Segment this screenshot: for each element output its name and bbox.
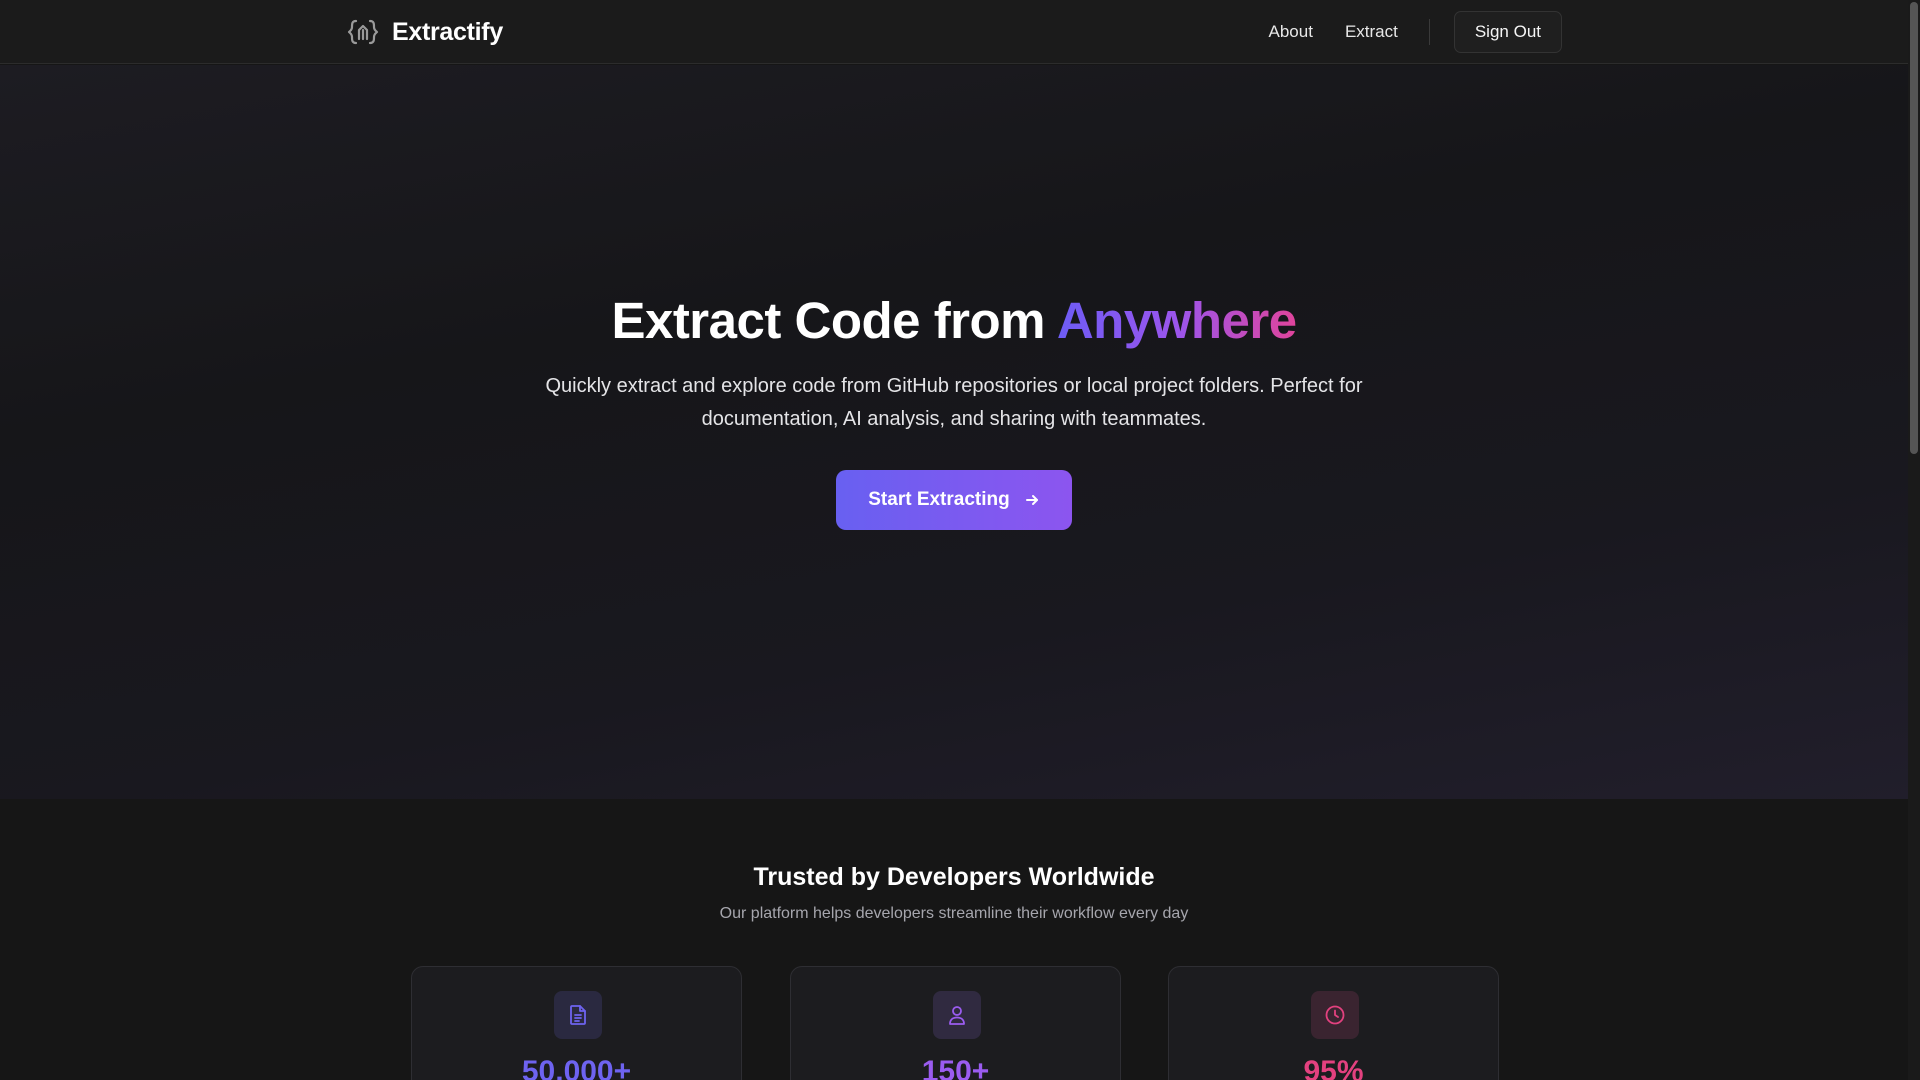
stat-value: 50,000+ (521, 1055, 632, 1080)
stat-card-documents: 50,000+ (411, 966, 742, 1080)
brackets-logo-icon (346, 15, 380, 49)
hero-title-accent: Anywhere (1056, 292, 1297, 349)
document-icon (554, 991, 602, 1039)
navbar: Extractify About Extract Sign Out (0, 0, 1908, 64)
hero-subtitle: Quickly extract and explore code from Gi… (545, 375, 1363, 430)
nav-link-about[interactable]: About (1269, 22, 1313, 42)
sign-out-button[interactable]: Sign Out (1453, 11, 1562, 53)
user-icon (933, 991, 981, 1039)
start-extracting-button[interactable]: Start Extracting (836, 470, 1072, 530)
clock-icon (1311, 991, 1359, 1039)
arrow-right-icon (1024, 492, 1040, 508)
stats-subtitle: Our platform helps developers streamline… (719, 905, 1189, 922)
hero-title: Extract Code from Anywhere (0, 290, 1908, 352)
page: Extractify About Extract Sign Out Extrac… (0, 0, 1920, 1080)
stats-title: Trusted by Developers Worldwide (753, 863, 1155, 891)
nav-links: About Extract Sign Out (1237, 11, 1562, 53)
brand-logo-link[interactable]: Extractify (346, 14, 503, 50)
stats-section: Trusted by Developers Worldwide Our plat… (0, 799, 1908, 1080)
stat-value: 150+ (921, 1055, 990, 1080)
hero-title-main: Extract Code from (611, 292, 1046, 349)
page-scrollbar[interactable] (1908, 0, 1920, 1080)
brand-name: Extractify (392, 17, 503, 46)
start-extracting-label: Start Extracting (868, 489, 1010, 510)
nav-divider (1428, 19, 1430, 45)
stat-card-users: 150+ (790, 966, 1121, 1080)
scrollbar-thumb[interactable] (1910, 2, 1918, 454)
hero-content: Extract Code from Anywhere Quickly extra… (0, 290, 1908, 530)
stat-card-percent: 95% (1168, 966, 1499, 1080)
nav-link-extract[interactable]: Extract (1345, 22, 1398, 42)
hero-section: Extract Code from Anywhere Quickly extra… (0, 65, 1908, 799)
stat-value: 95% (1303, 1055, 1364, 1080)
stats-cards: 50,000+ 150+ 95% (411, 966, 1499, 1080)
